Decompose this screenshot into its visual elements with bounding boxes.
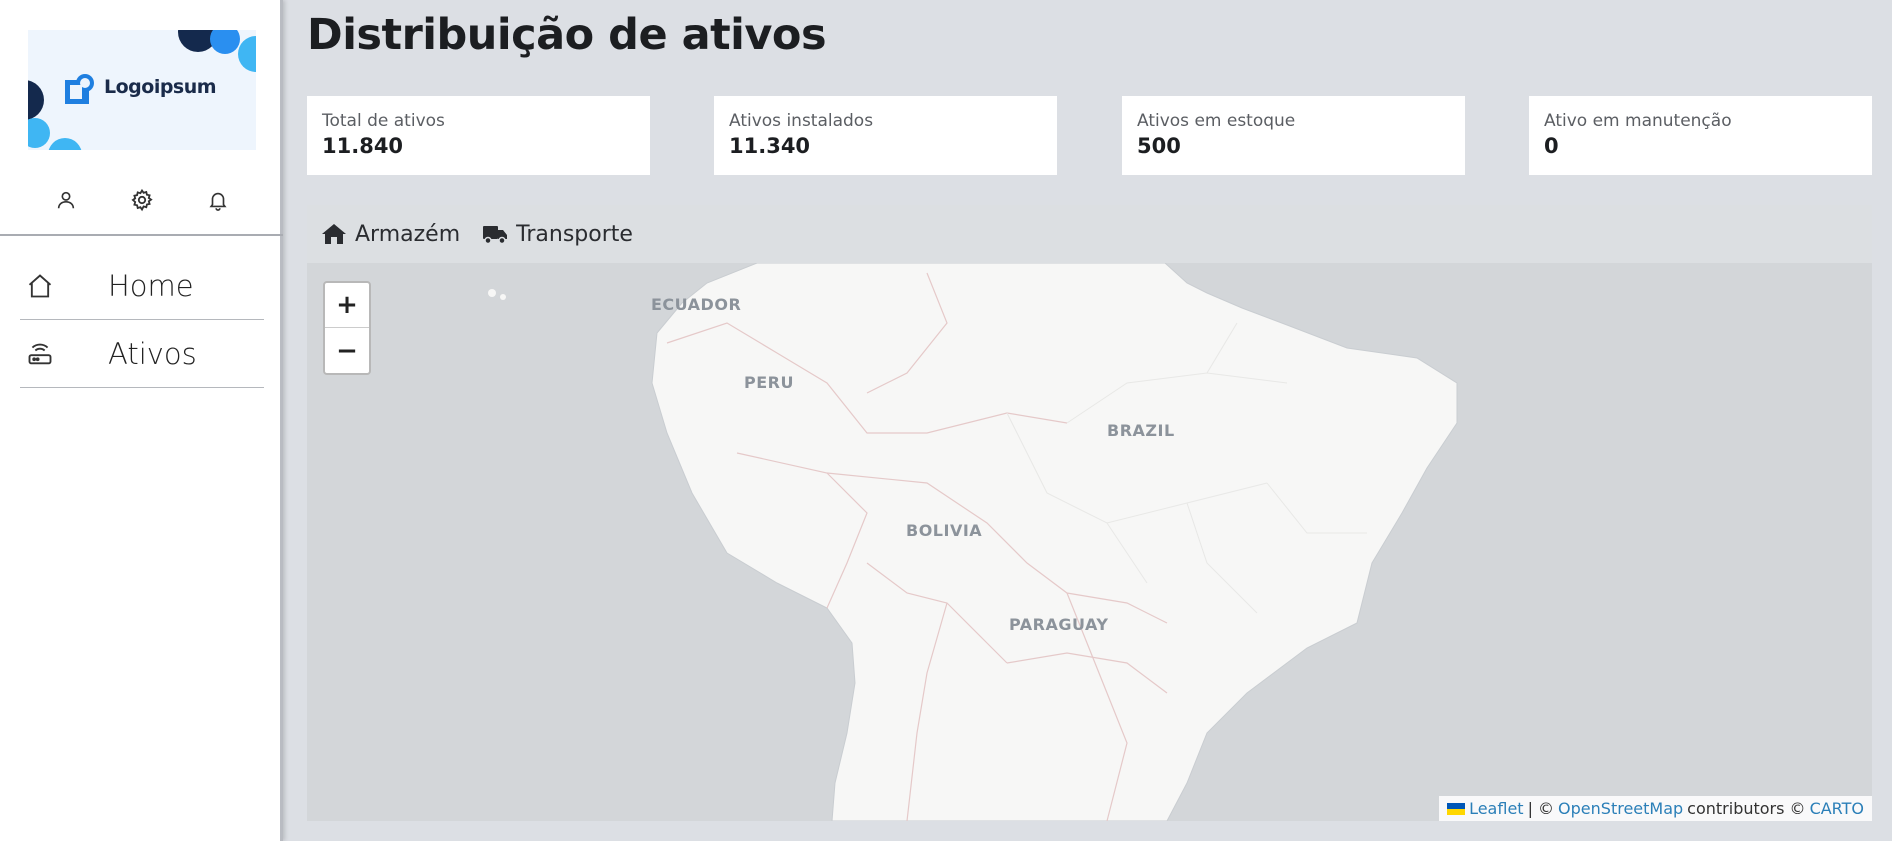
- warehouse-icon: [322, 224, 346, 244]
- stat-value: 0: [1544, 134, 1559, 158]
- osm-link[interactable]: OpenStreetMap: [1558, 799, 1683, 818]
- home-icon: [22, 268, 58, 304]
- stat-label: Ativos em estoque: [1137, 111, 1296, 131]
- bell-icon: [209, 192, 227, 211]
- map-label: ECUADOR: [651, 295, 742, 314]
- zoom-in-button[interactable]: +: [325, 283, 369, 328]
- attribution-separator: | ©: [1527, 799, 1555, 818]
- sidebar-toolbar: [28, 180, 256, 220]
- carto-link[interactable]: CARTO: [1810, 799, 1864, 818]
- tab-label: Armazém: [355, 221, 461, 247]
- stat-value: 11.340: [729, 134, 811, 158]
- user-icon: [57, 191, 75, 209]
- settings-button[interactable]: [122, 180, 162, 220]
- map-tabs: Armazém Transporte: [307, 205, 1872, 263]
- sidebar-item-label: Ativos: [108, 336, 197, 371]
- sidebar: Logoipsum Home Ativos: [0, 0, 283, 841]
- page-title: Distribuição de ativos: [307, 10, 827, 60]
- map-label: PARAGUAY: [1009, 615, 1109, 634]
- stat-value: 500: [1137, 134, 1181, 158]
- map-label: BOLIVIA: [906, 521, 983, 540]
- stat-card-maintenance: Ativo em manutenção 0: [1529, 96, 1872, 175]
- leaflet-link[interactable]: Leaflet: [1469, 799, 1523, 818]
- tab-warehouse[interactable]: Armazém: [321, 222, 460, 247]
- gear-icon: [131, 188, 153, 212]
- tab-label: Transporte: [516, 221, 633, 247]
- logo-banner[interactable]: Logoipsum: [28, 30, 256, 150]
- stat-label: Ativo em manutenção: [1544, 111, 1732, 131]
- ukraine-flag-icon: [1447, 802, 1466, 815]
- stat-card-installed: Ativos instalados 11.340: [714, 96, 1057, 175]
- stat-label: Total de ativos: [322, 111, 445, 131]
- truck-icon: [483, 226, 508, 245]
- zoom-out-button[interactable]: −: [325, 328, 369, 373]
- profile-button[interactable]: [46, 180, 86, 220]
- map-label: PERU: [744, 373, 794, 392]
- tab-transport[interactable]: Transporte: [482, 222, 633, 247]
- map-panel: Armazém Transporte ECUADOR PERU BRAZIL B…: [307, 205, 1872, 821]
- attribution-contributors: contributors ©: [1687, 799, 1806, 818]
- router-icon: [22, 336, 58, 372]
- map-tiles: [307, 263, 1872, 821]
- map-view[interactable]: ECUADOR PERU BRAZIL BOLIVIA PARAGUAY + −…: [307, 263, 1872, 821]
- stat-card-stock: Ativos em estoque 500: [1122, 96, 1465, 175]
- logo-text: Logoipsum: [104, 76, 217, 98]
- stat-label: Ativos instalados: [729, 111, 874, 131]
- sidebar-item-ativos[interactable]: Ativos: [20, 320, 264, 388]
- logo-icon: [65, 74, 94, 104]
- sidebar-item-home[interactable]: Home: [20, 252, 264, 320]
- map-attribution: Leaflet | © OpenStreetMap contributors ©…: [1439, 796, 1872, 821]
- stat-value: 11.840: [322, 134, 404, 158]
- zoom-control: + −: [323, 281, 371, 375]
- notifications-button[interactable]: [198, 180, 238, 220]
- sidebar-divider: [0, 234, 283, 236]
- map-label: BRAZIL: [1107, 421, 1175, 440]
- sidebar-item-label: Home: [108, 268, 194, 303]
- stat-card-total: Total de ativos 11.840: [307, 96, 650, 175]
